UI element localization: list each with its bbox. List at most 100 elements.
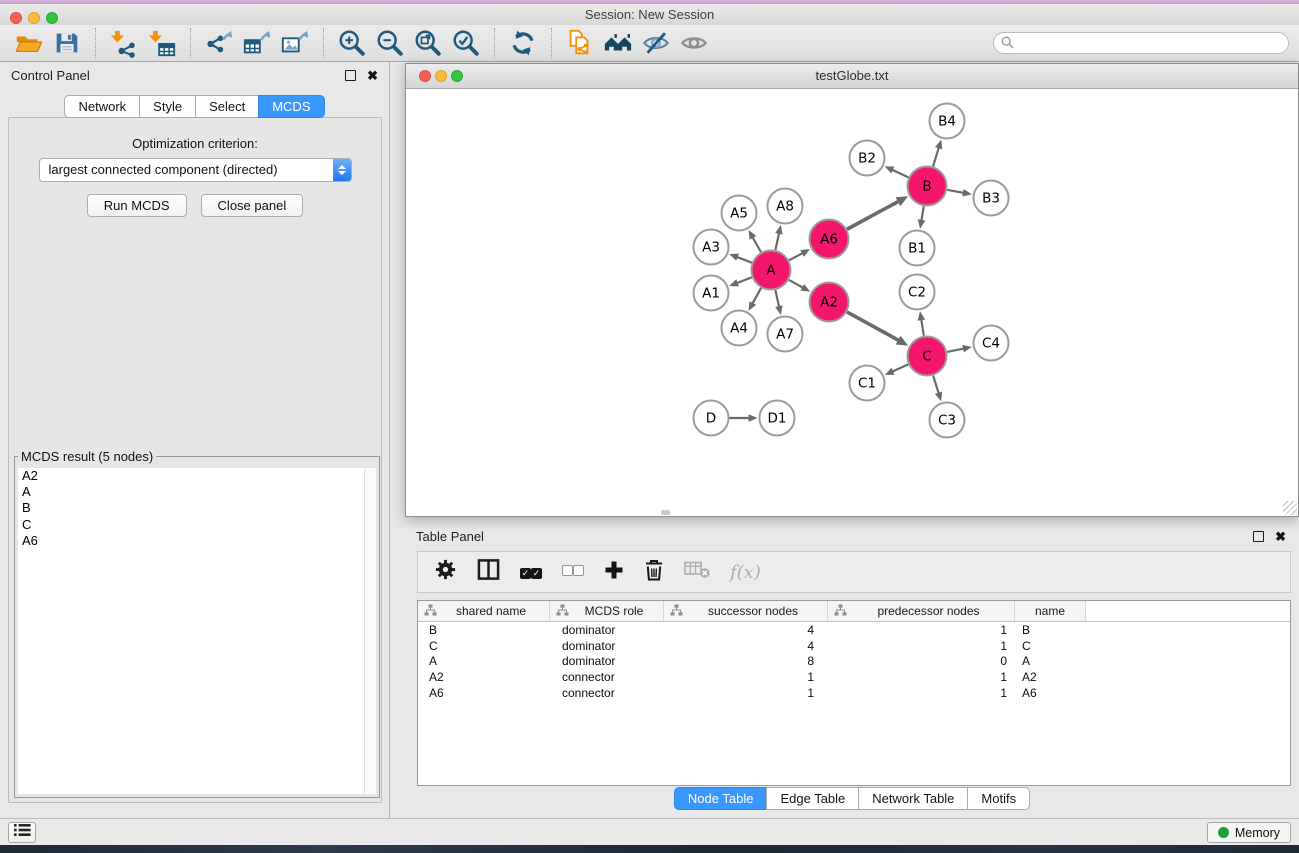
table-cell[interactable]: 0: [828, 654, 1015, 668]
graph-edge-A-A8[interactable]: [775, 225, 782, 250]
tab-edge-table[interactable]: Edge Table: [766, 787, 859, 810]
graph-node-B3[interactable]: B3: [974, 181, 1009, 216]
graph-node-D[interactable]: D: [694, 401, 729, 436]
graph-node-B1[interactable]: B1: [900, 231, 935, 266]
graph-edge-C-C4[interactable]: [947, 345, 972, 352]
table-cell[interactable]: connector: [550, 686, 664, 700]
table-cell[interactable]: connector: [550, 670, 664, 684]
unselect-all-columns-button[interactable]: [562, 563, 584, 581]
mcds-result-item[interactable]: A: [18, 484, 364, 500]
mcds-list-scrollbar[interactable]: [364, 468, 376, 794]
network-graph[interactable]: B4B2BB3A8A5A6A3B1AA1C2A2A4A7C4CC1DD1C3: [406, 89, 1298, 516]
column-header-MCDS-role[interactable]: MCDS role: [550, 601, 664, 621]
graph-node-A2[interactable]: A2: [810, 283, 849, 322]
graph-edge-A-A6[interactable]: [789, 249, 810, 260]
graph-edge-D-D1[interactable]: [730, 414, 758, 422]
close-control-panel-icon[interactable]: ✖: [367, 70, 378, 81]
export-table-button[interactable]: [238, 27, 276, 60]
zoom-fit-content-button[interactable]: [409, 27, 447, 60]
table-row[interactable]: Bdominator41B: [418, 622, 1290, 638]
table-settings-button[interactable]: [434, 558, 457, 586]
create-column-button[interactable]: [604, 560, 624, 585]
table-cell[interactable]: A2: [418, 670, 550, 684]
graph-edge-C-C1[interactable]: [885, 364, 909, 375]
table-cell[interactable]: 1: [828, 670, 1015, 684]
export-image-button[interactable]: [276, 27, 314, 60]
graph-edge-A-A4[interactable]: [748, 288, 761, 311]
mcds-result-item[interactable]: A2: [18, 468, 364, 484]
graph-node-A3[interactable]: A3: [694, 230, 729, 265]
mcds-result-item[interactable]: A6: [18, 533, 364, 549]
zoom-out-button[interactable]: [371, 27, 409, 60]
close-panel-button[interactable]: Close panel: [201, 194, 304, 217]
graph-edge-A6-B[interactable]: [847, 196, 908, 229]
table-cell[interactable]: 1: [828, 639, 1015, 653]
graph-node-C2[interactable]: C2: [900, 275, 935, 310]
graph-node-B[interactable]: B: [908, 167, 947, 206]
table-cell[interactable]: dominator: [550, 623, 664, 637]
graph-edge-A-A1[interactable]: [729, 277, 752, 286]
open-file-button[interactable]: [10, 27, 48, 60]
table-cell[interactable]: 1: [664, 670, 828, 684]
graph-node-A[interactable]: A: [752, 251, 791, 290]
graph-node-B4[interactable]: B4: [930, 104, 965, 139]
table-cell[interactable]: 8: [664, 654, 828, 668]
graph-edge-C-C3[interactable]: [933, 376, 942, 402]
run-mcds-button[interactable]: Run MCDS: [87, 194, 187, 217]
graph-edge-B-B4[interactable]: [933, 140, 942, 167]
table-row[interactable]: Cdominator41C: [418, 638, 1290, 654]
import-table-from-file-button[interactable]: [143, 27, 181, 60]
memory-button[interactable]: Memory: [1207, 822, 1291, 843]
new-network-from-selection-button[interactable]: [561, 27, 599, 60]
graph-node-A4[interactable]: A4: [722, 311, 757, 346]
graph-node-D1[interactable]: D1: [760, 401, 795, 436]
table-cell[interactable]: B: [418, 623, 550, 637]
tab-node-table[interactable]: Node Table: [674, 787, 768, 810]
table-cell[interactable]: dominator: [550, 654, 664, 668]
graph-node-A5[interactable]: A5: [722, 196, 757, 231]
hide-selected-button[interactable]: [637, 27, 675, 60]
graph-node-A8[interactable]: A8: [768, 189, 803, 224]
network-canvas[interactable]: B4B2BB3A8A5A6A3B1AA1C2A2A4A7C4CC1DD1C3: [406, 89, 1298, 516]
graph-edge-B-B3[interactable]: [947, 189, 972, 196]
table-row[interactable]: A2connector11A2: [418, 669, 1290, 685]
zoom-selected-region-button[interactable]: [447, 27, 485, 60]
graph-edge-A-A7[interactable]: [775, 290, 782, 315]
graph-node-A1[interactable]: A1: [694, 276, 729, 311]
apply-layout-button[interactable]: [504, 27, 542, 60]
graph-node-C[interactable]: C: [908, 337, 947, 376]
table-cell[interactable]: A: [418, 654, 550, 668]
graph-edge-A-A2[interactable]: [789, 280, 810, 292]
canvas-scroll-thumb[interactable]: [661, 510, 670, 515]
window-resize-grip[interactable]: [1283, 501, 1297, 515]
main-titlebar[interactable]: Session: New Session: [0, 4, 1299, 26]
float-table-panel-icon[interactable]: [1253, 531, 1264, 542]
table-cell[interactable]: A6: [418, 686, 550, 700]
graph-node-C3[interactable]: C3: [930, 403, 965, 438]
graph-edge-C-C2[interactable]: [918, 311, 926, 335]
mcds-result-list[interactable]: A2ABCA6: [18, 468, 364, 794]
delete-columns-button[interactable]: [644, 558, 664, 587]
graph-node-C4[interactable]: C4: [974, 326, 1009, 361]
table-cell[interactable]: B: [1015, 623, 1086, 637]
table-cell[interactable]: A: [1015, 654, 1086, 668]
float-control-panel-icon[interactable]: [345, 70, 356, 81]
network-window-titlebar[interactable]: testGlobe.txt: [406, 64, 1298, 89]
select-all-columns-button[interactable]: ✓✓: [520, 563, 542, 581]
table-cell[interactable]: C: [1015, 639, 1086, 653]
graph-node-A6[interactable]: A6: [810, 220, 849, 259]
optimization-criterion-select[interactable]: largest connected component (directed): [39, 158, 352, 182]
tab-network[interactable]: Network: [64, 95, 140, 118]
mcds-result-item[interactable]: C: [18, 517, 364, 533]
table-cell[interactable]: 4: [664, 639, 828, 653]
column-header-name[interactable]: name: [1015, 601, 1086, 621]
zoom-in-button[interactable]: [333, 27, 371, 60]
tab-select[interactable]: Select: [195, 95, 259, 118]
table-row[interactable]: A6connector11A6: [418, 685, 1290, 701]
column-header-predecessor-nodes[interactable]: predecessor nodes: [828, 601, 1015, 621]
graph-edge-A-A3[interactable]: [729, 254, 752, 263]
table-cell[interactable]: A2: [1015, 670, 1086, 684]
tab-mcds[interactable]: MCDS: [258, 95, 324, 118]
graph-edge-B-B2[interactable]: [885, 166, 909, 177]
column-header-shared-name[interactable]: shared name: [418, 601, 550, 621]
